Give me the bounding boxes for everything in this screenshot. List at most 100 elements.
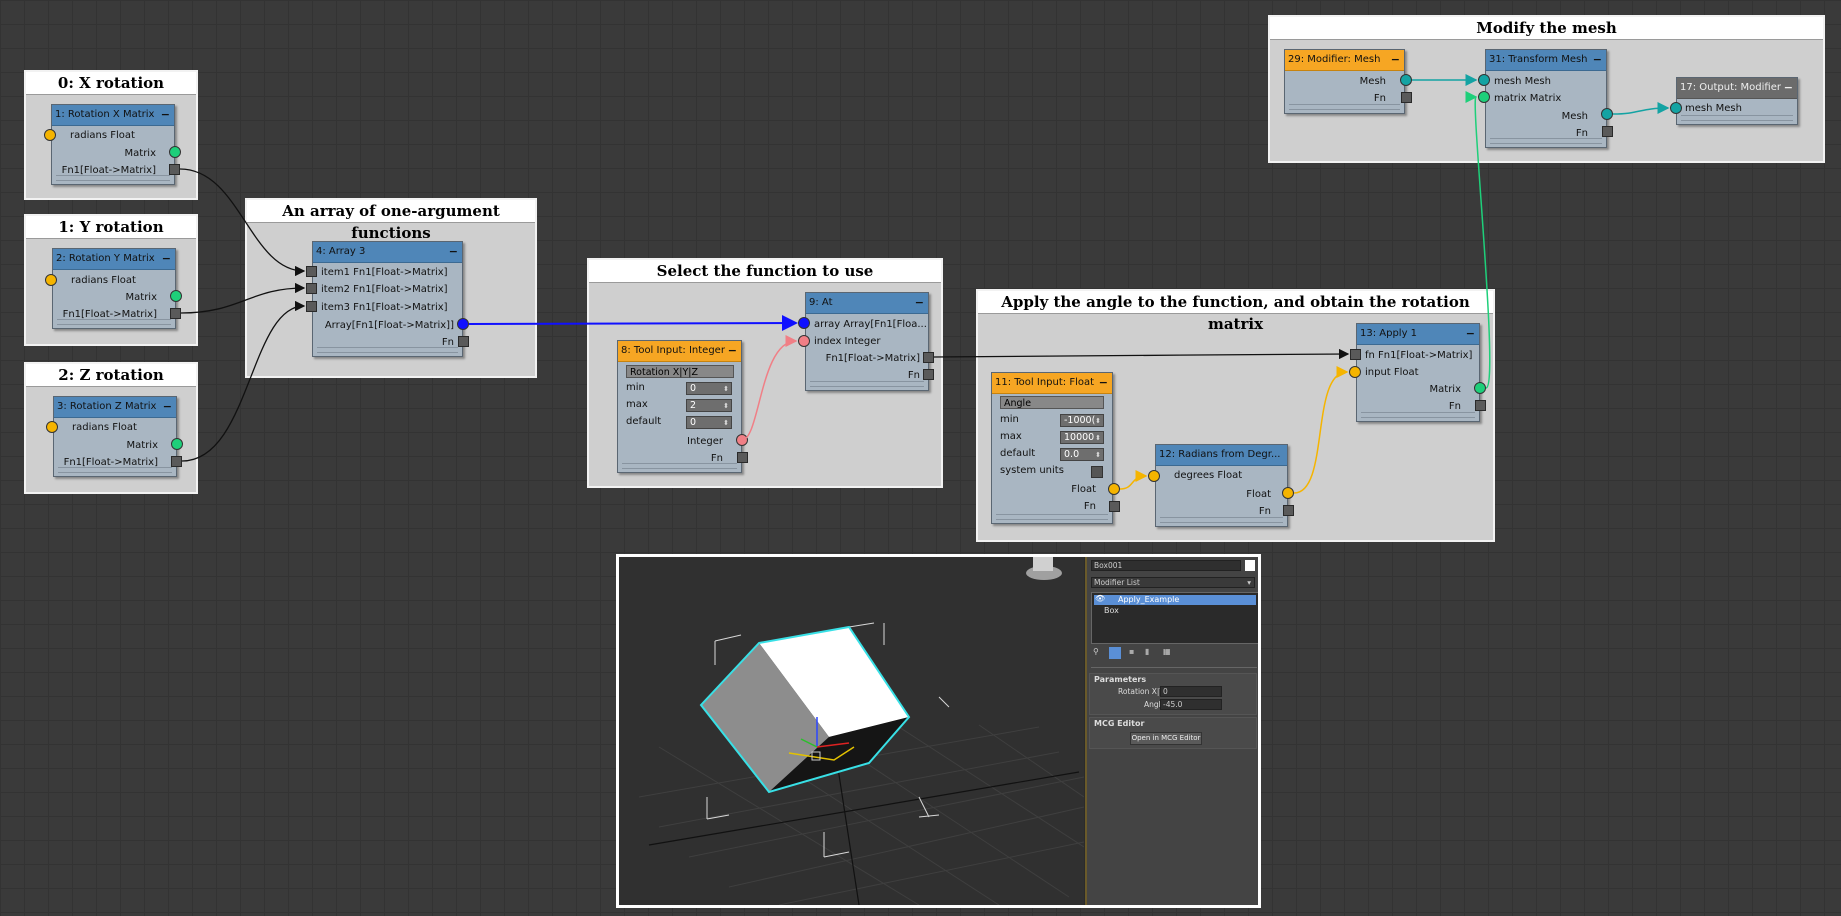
output-port-fn[interactable] bbox=[923, 369, 934, 380]
max-spinner[interactable]: 2 ⬍ bbox=[686, 399, 732, 412]
default-spinner[interactable]: 0 ⬍ bbox=[686, 416, 732, 429]
collapse-icon[interactable]: − bbox=[1593, 50, 1602, 70]
output-port-array[interactable] bbox=[457, 318, 469, 330]
collapse-icon[interactable]: − bbox=[915, 293, 924, 313]
output-port-float[interactable] bbox=[1282, 487, 1294, 499]
input-port-mesh[interactable] bbox=[1478, 74, 1490, 86]
node-apply-1[interactable]: 13: Apply 1 − fn Fn1[Float->Matrix] input… bbox=[1356, 323, 1480, 422]
configure-icon[interactable]: ▦ bbox=[1163, 647, 1171, 656]
object-name-field[interactable]: Box001 bbox=[1091, 560, 1241, 571]
output-port-fn[interactable] bbox=[1475, 400, 1486, 411]
command-panel[interactable]: Box001 Modifier List ▾ 👁 Apply_Example Box… bbox=[1085, 557, 1258, 905]
stack-item[interactable]: Box bbox=[1104, 606, 1119, 616]
output-port-matrix[interactable] bbox=[169, 146, 181, 158]
output-port-matrix[interactable] bbox=[171, 438, 183, 450]
delete-icon[interactable]: ▮ bbox=[1145, 647, 1149, 656]
output-port-matrix[interactable] bbox=[170, 290, 182, 302]
node-header[interactable]: 4: Array 3 − bbox=[313, 242, 462, 263]
node-header[interactable]: 29: Modifier: Mesh − bbox=[1285, 50, 1404, 71]
open-in-mcg-editor-button[interactable]: Open in MCG Editor bbox=[1130, 732, 1202, 745]
input-port-degrees[interactable] bbox=[1148, 470, 1160, 482]
mcg-editor-rollout[interactable]: MCG Editor Open in MCG Editor bbox=[1089, 717, 1257, 749]
node-rotation-y-matrix[interactable]: 2: Rotation Y Matrix − radians Float Matr… bbox=[52, 248, 176, 329]
eye-icon[interactable]: 👁 bbox=[1095, 594, 1105, 603]
node-header[interactable]: 1: Rotation X Matrix − bbox=[52, 105, 174, 126]
node-rotation-x-matrix[interactable]: 1: Rotation X Matrix − radians Float Matr… bbox=[51, 104, 175, 185]
node-header[interactable]: 17: Output: Modifier − bbox=[1677, 78, 1797, 99]
output-port-fn[interactable] bbox=[1401, 92, 1412, 103]
show-end-result-icon[interactable] bbox=[1109, 647, 1121, 659]
parameter-name-field[interactable]: Angle bbox=[1000, 396, 1104, 409]
node-rotation-z-matrix[interactable]: 3: Rotation Z Matrix − radians Float Matr… bbox=[53, 396, 177, 477]
spinner-arrows-icon[interactable]: ⬍ bbox=[723, 383, 729, 395]
output-port-fn1[interactable] bbox=[923, 352, 934, 363]
output-port-fn[interactable] bbox=[737, 452, 748, 463]
spinner-arrows-icon[interactable]: ⬍ bbox=[723, 417, 729, 429]
input-port-radians[interactable] bbox=[44, 129, 56, 141]
node-tool-input-integer[interactable]: 8: Tool Input: Integer − Rotation X|Y|Z m… bbox=[617, 340, 742, 473]
output-port-mesh[interactable] bbox=[1400, 74, 1412, 86]
collapse-icon[interactable]: − bbox=[1391, 50, 1400, 70]
node-header[interactable]: 2: Rotation Y Matrix − bbox=[53, 249, 175, 270]
spinner-arrows-icon[interactable]: ⬍ bbox=[1095, 432, 1101, 444]
max-viewport-window[interactable]: Box001 Modifier List ▾ 👁 Apply_Example Box… bbox=[616, 554, 1261, 908]
node-transform-mesh[interactable]: 31: Transform Mesh − mesh Mesh matrix Mat… bbox=[1485, 49, 1607, 148]
output-port-mesh[interactable] bbox=[1601, 108, 1613, 120]
collapse-icon[interactable]: − bbox=[1784, 78, 1793, 98]
input-port-mesh[interactable] bbox=[1670, 102, 1682, 114]
make-unique-icon[interactable]: ▪ bbox=[1129, 647, 1134, 656]
collapse-icon[interactable]: − bbox=[161, 105, 170, 125]
output-port-fn1[interactable] bbox=[170, 308, 181, 319]
spinner-arrows-icon[interactable]: ⬍ bbox=[723, 400, 729, 412]
spinner-arrows-icon[interactable]: ⬍ bbox=[1095, 449, 1101, 461]
node-header[interactable]: 13: Apply 1 − bbox=[1357, 324, 1479, 345]
node-output-modifier[interactable]: 17: Output: Modifier − mesh Mesh bbox=[1676, 77, 1798, 125]
node-array-3[interactable]: 4: Array 3 − item1 Fn1[Float->Matrix] ite… bbox=[312, 241, 463, 357]
angle-spinner[interactable]: -45.0 bbox=[1160, 699, 1222, 710]
output-port-fn[interactable] bbox=[1602, 126, 1613, 137]
output-port-fn1[interactable] bbox=[171, 456, 182, 467]
input-port-array[interactable] bbox=[798, 317, 810, 329]
input-port-item2[interactable] bbox=[306, 283, 317, 294]
node-header[interactable]: 31: Transform Mesh − bbox=[1486, 50, 1606, 71]
output-port-fn1[interactable] bbox=[169, 164, 180, 175]
input-port-item1[interactable] bbox=[306, 266, 317, 277]
input-port-index[interactable] bbox=[798, 335, 810, 347]
node-modifier-mesh[interactable]: 29: Modifier: Mesh − Mesh Fn bbox=[1284, 49, 1405, 114]
object-color-swatch[interactable] bbox=[1245, 560, 1255, 571]
collapse-icon[interactable]: − bbox=[1099, 373, 1108, 393]
rollout-title[interactable]: Parameters bbox=[1094, 675, 1146, 684]
node-at[interactable]: 9: At − array Array[Fn1[Floa... index Int… bbox=[805, 292, 929, 391]
perspective-viewport[interactable] bbox=[619, 557, 1085, 905]
input-port-input[interactable] bbox=[1349, 366, 1361, 378]
input-port-matrix[interactable] bbox=[1478, 91, 1490, 103]
min-spinner[interactable]: 0 ⬍ bbox=[686, 382, 732, 395]
input-port-item3[interactable] bbox=[306, 301, 317, 312]
output-port-matrix[interactable] bbox=[1474, 382, 1486, 394]
node-header[interactable]: 8: Tool Input: Integer − bbox=[618, 341, 741, 362]
collapse-icon[interactable]: − bbox=[1466, 324, 1475, 344]
output-port-fn[interactable] bbox=[1109, 501, 1120, 512]
collapse-icon[interactable]: − bbox=[163, 397, 172, 417]
collapse-icon[interactable]: − bbox=[728, 341, 737, 361]
stack-item-selected[interactable]: 👁 Apply_Example bbox=[1094, 594, 1256, 605]
output-port-float[interactable] bbox=[1108, 483, 1120, 495]
node-header[interactable]: 11: Tool Input: Float − bbox=[992, 373, 1112, 394]
collapse-icon[interactable]: − bbox=[449, 242, 458, 262]
max-spinner[interactable]: 10000 ⬍ bbox=[1060, 431, 1104, 444]
output-port-integer[interactable] bbox=[736, 434, 748, 446]
node-radians-from-degrees[interactable]: 12: Radians from Degr... degrees Float F… bbox=[1155, 444, 1288, 527]
modifier-stack[interactable]: 👁 Apply_Example Box bbox=[1091, 592, 1258, 644]
parameters-rollout[interactable]: Parameters Rotation X|Y|Z 0 Angle -45.0 bbox=[1089, 673, 1257, 715]
min-spinner[interactable]: -1000(⬍ bbox=[1060, 414, 1104, 427]
rotation-spinner[interactable]: 0 bbox=[1160, 686, 1222, 697]
node-header[interactable]: 3: Rotation Z Matrix − bbox=[54, 397, 176, 418]
output-port-fn[interactable] bbox=[458, 336, 469, 347]
input-port-fn[interactable] bbox=[1350, 349, 1361, 360]
spinner-arrows-icon[interactable]: ⬍ bbox=[1095, 415, 1101, 427]
input-port-radians[interactable] bbox=[45, 274, 57, 286]
pin-icon[interactable]: ⚲ bbox=[1093, 647, 1099, 656]
node-header[interactable]: 12: Radians from Degr... bbox=[1156, 445, 1287, 466]
node-tool-input-float[interactable]: 11: Tool Input: Float − Angle min -1000(⬍… bbox=[991, 372, 1113, 524]
output-port-fn[interactable] bbox=[1283, 505, 1294, 516]
